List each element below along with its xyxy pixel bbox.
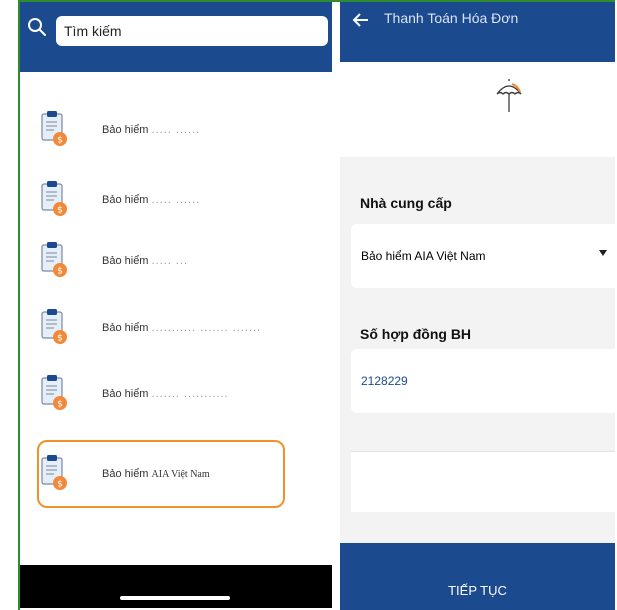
service-icon-area — [340, 62, 615, 157]
contract-label: Số hợp đồng BH — [360, 326, 472, 342]
payment-header: Thanh Toán Hóa Đơn — [340, 2, 615, 62]
list-item-label: Bảo hiểm ..... ... — [102, 255, 189, 267]
umbrella-icon — [496, 79, 522, 112]
bottom-system-bar — [20, 565, 332, 608]
clipboard-money-icon: $ — [41, 309, 67, 344]
empty-form-area — [351, 452, 615, 512]
list-item-label: Bảo hiểm AIA Việt Nam — [102, 468, 210, 480]
list-item-label: Bảo hiểm ..... ...... — [102, 124, 201, 136]
search-header: Tìm kiếm — [20, 2, 332, 72]
list-item[interactable]: $ Bảo hiểm ..... ...... — [40, 174, 320, 226]
list-item-selected[interactable]: $ Bảo hiểm AIA Việt Nam — [40, 448, 320, 500]
clipboard-money-icon: $ — [41, 242, 67, 277]
contract-number-input[interactable]: 2128229 — [351, 349, 615, 413]
clipboard-money-icon: $ — [41, 375, 67, 410]
continue-button[interactable]: TIẾP TỤC — [340, 543, 615, 610]
clipboard-money-icon: $ — [41, 111, 67, 146]
list-item-label: Bảo hiểm ........... ....... ....... — [102, 322, 262, 334]
svg-text:$: $ — [57, 267, 63, 277]
contract-number-value: 2128229 — [361, 374, 408, 388]
search-input[interactable]: Tìm kiếm — [56, 16, 328, 46]
svg-text:$: $ — [57, 334, 63, 344]
clipboard-money-icon: $ — [41, 181, 67, 216]
search-input-text: Tìm kiếm — [64, 23, 122, 39]
svg-text:$: $ — [57, 400, 63, 410]
home-indicator[interactable] — [120, 596, 230, 600]
bill-payment-screen: Thanh Toán Hóa Đơn Nhà cung cấp Bảo hiểm… — [340, 2, 615, 610]
search-icon[interactable] — [26, 16, 48, 38]
arrow-left-icon[interactable] — [350, 10, 370, 30]
list-item-label: Bảo hiểm ....... ........... — [102, 388, 229, 400]
provider-label: Nhà cung cấp — [360, 195, 452, 211]
caret-down-icon — [599, 250, 607, 256]
svg-text:$: $ — [57, 136, 63, 146]
list-item-label: Bảo hiểm ..... ...... — [102, 194, 201, 206]
continue-button-label: TIẾP TỤC — [448, 583, 507, 598]
list-item[interactable]: $ Bảo hiểm ........... ....... ....... — [40, 302, 320, 354]
clipboard-money-icon: $ — [41, 455, 67, 490]
svg-text:$: $ — [57, 206, 63, 216]
provider-select[interactable]: Bảo hiểm AIA Việt Nam — [351, 224, 615, 288]
page-title: Thanh Toán Hóa Đơn — [384, 10, 519, 26]
list-item[interactable]: $ Bảo hiểm ..... ... — [40, 235, 320, 287]
list-item[interactable]: $ Bảo hiểm ..... ...... — [40, 104, 320, 156]
svg-text:$: $ — [57, 480, 63, 490]
list-item[interactable]: $ Bảo hiểm ....... ........... — [40, 368, 320, 420]
provider-list-screen: Tìm kiếm $ Bảo hiểm ..... ...... $ Bảo h… — [20, 2, 332, 608]
provider-select-value: Bảo hiểm AIA Việt Nam — [361, 249, 486, 263]
